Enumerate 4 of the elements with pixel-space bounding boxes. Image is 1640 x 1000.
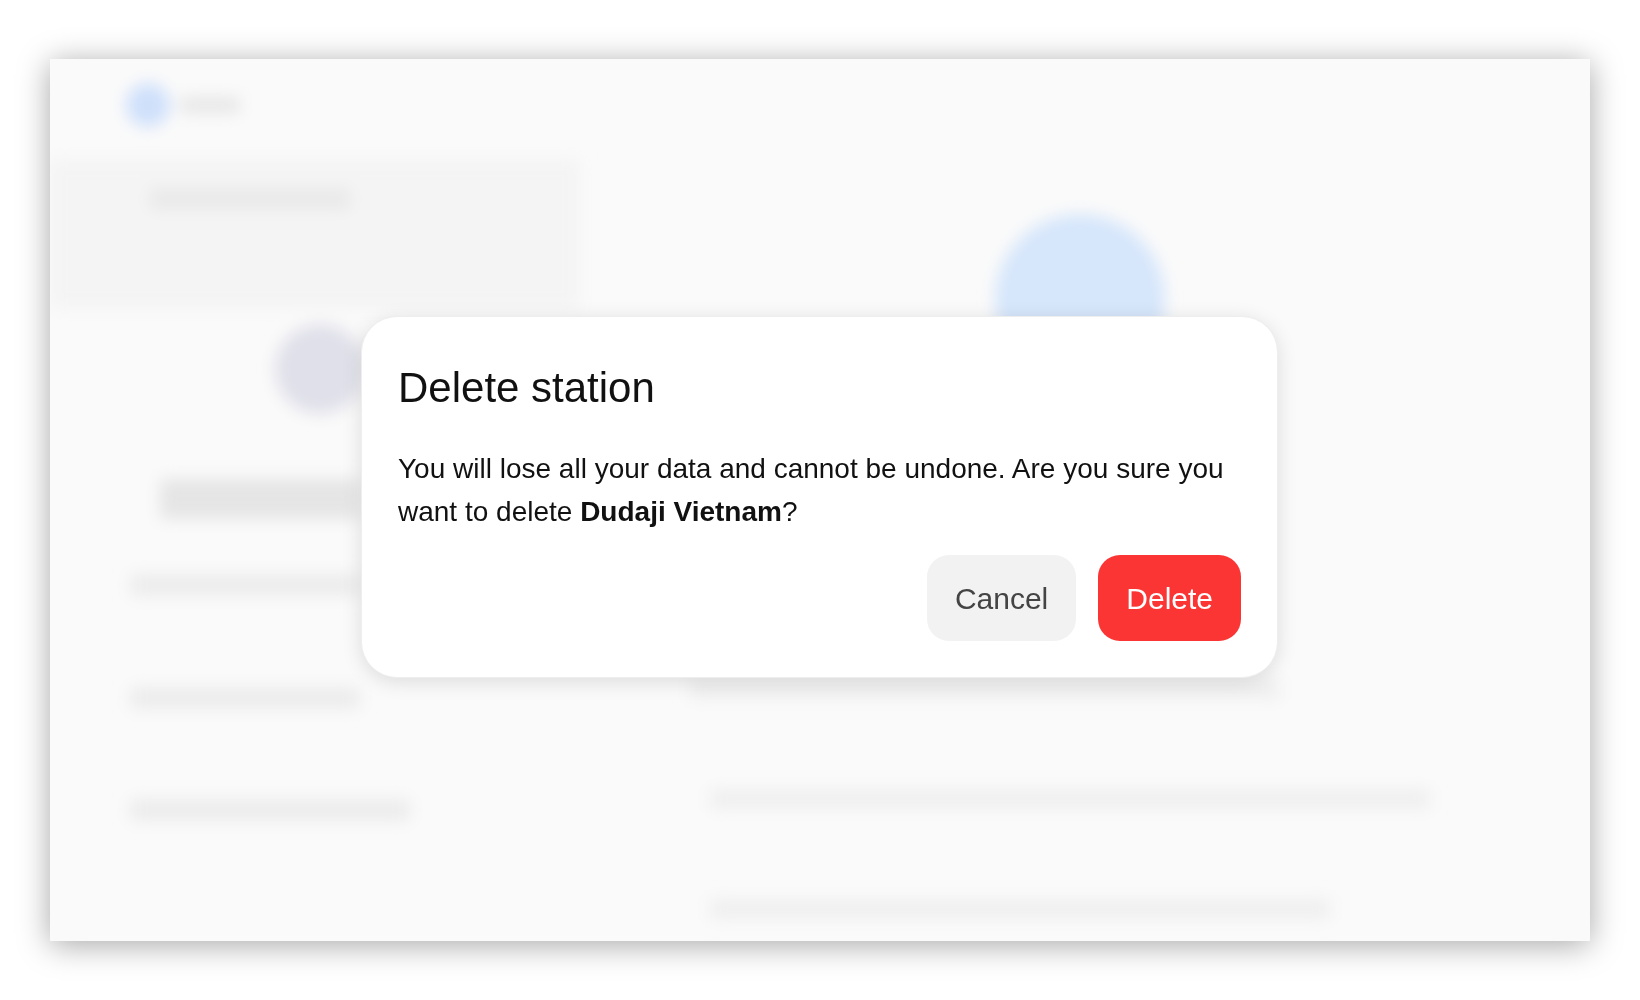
dialog-message: You will lose all your data and cannot be undone. Are you sure you want to delete Dudaji Vietnam? xyxy=(398,452,1225,529)
dialog-title: Delete station xyxy=(398,367,656,409)
delete-button[interactable]: Delete xyxy=(1098,555,1241,641)
cancel-button[interactable]: Cancel xyxy=(926,555,1077,641)
